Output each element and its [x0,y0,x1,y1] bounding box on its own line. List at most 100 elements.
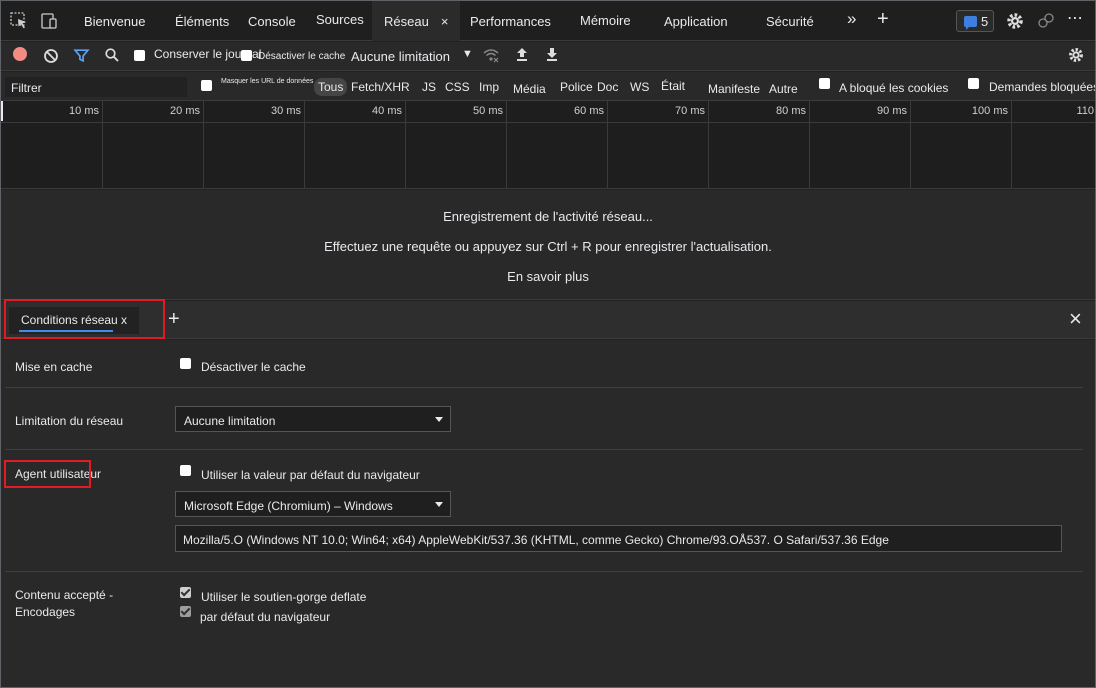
drawer-tab-strip: Conditions réseau x + × [1,299,1095,339]
issues-badge[interactable]: 5 [956,10,994,32]
timeline-cursor [1,101,3,121]
tab-network-close-icon[interactable]: × [441,14,449,29]
filter-placeholder: Filtrer [11,81,42,95]
filter-type-img[interactable]: Imp [479,80,499,94]
drawer-add-tab-icon[interactable]: + [168,309,180,329]
recording-message: Enregistrement de l'activité réseau... E… [1,190,1095,300]
main-tab-strip: Bienvenue Éléments Console Sources Résea… [1,1,1095,41]
filter-input[interactable]: Filtrer [5,77,187,97]
user-agent-string-value: Mozilla/5.O (Windows NT 10.0; Win64; x64… [183,533,889,547]
import-har-upload-icon[interactable] [515,46,529,62]
timeline-tick: 20 ms [103,101,204,189]
timeline-tick: 30 ms [204,101,305,189]
tab-network[interactable]: Réseau × [372,1,461,41]
device-emulation-icon[interactable] [39,11,59,31]
encodings-checkbox-label-2: par défaut du navigateur [200,610,331,624]
add-tab-icon[interactable]: + [877,1,889,41]
tab-elements[interactable]: Éléments [175,1,229,41]
user-agent-string-input[interactable]: Mozilla/5.O (Windows NT 10.0; Win64; x64… [175,525,1062,552]
blocked-requests-checkbox[interactable] [968,78,979,89]
settings-gear-icon[interactable] [1005,11,1025,31]
chevron-down-icon [435,417,443,426]
throttling-dropdown[interactable]: Aucune limitation [175,406,451,432]
throttling-select[interactable]: Aucune limitation [347,49,454,64]
drawer-close-icon[interactable]: × [1069,308,1082,330]
filter-type-doc[interactable]: Doc [597,80,618,94]
timeline-tick: 80 ms [709,101,810,189]
divider [5,449,1083,450]
blocked-cookies-label: A bloqué les cookies [839,81,949,95]
reload-hint-text: Effectuez une requête ou appuyez sur Ctr… [324,239,772,254]
chevron-down-icon [435,502,443,511]
inspect-element-icon[interactable] [9,11,29,31]
encodings-checkbox-label-1: Utiliser le soutien-gorge deflate [201,590,367,604]
filter-type-manifest[interactable]: Manifeste [708,82,760,96]
network-overview-timeline[interactable]: 10 ms 20 ms 30 ms 40 ms 50 ms 60 ms 70 m… [1,101,1095,189]
tab-welcome[interactable]: Bienvenue [84,1,145,41]
timeline-tick: 70 ms [608,101,709,189]
disable-cache-checkbox-panel[interactable] [180,358,191,369]
filter-type-fetch-xhr[interactable]: Fetch/XHR [351,80,410,94]
network-settings-gear-icon[interactable] [1067,46,1085,64]
timeline-tick: 110 [1076,105,1094,117]
learn-more-link[interactable]: En savoir plus [1,269,1095,284]
network-toolbar: Conserver le journal Désactiver le cache… [1,42,1095,71]
tab-security[interactable]: Sécurité [766,1,814,41]
encodings-default-checkbox[interactable] [180,587,191,598]
network-conditions-wifi-icon[interactable] [482,47,500,63]
blocked-cookies-checkbox[interactable] [819,78,830,89]
filter-icon[interactable] [73,47,90,64]
user-agent-dropdown-value: Microsoft Edge (Chromium) – Windows [184,499,393,513]
filter-type-css[interactable]: CSS [445,80,470,94]
devtools-window: Bienvenue Éléments Console Sources Résea… [0,0,1096,688]
filter-type-other[interactable]: Autre [769,82,798,96]
timeline-tick: 40 ms [305,101,406,189]
user-agent-dropdown[interactable]: Microsoft Edge (Chromium) – Windows [175,491,451,517]
clear-icon[interactable] [43,48,59,64]
preserve-log-checkbox[interactable] [134,50,145,61]
export-har-download-icon[interactable] [545,46,559,62]
encodings-deflate-checkbox[interactable] [180,606,191,617]
highlight-box-tab [4,299,165,339]
timeline-tick: 100 ms [911,101,1012,189]
blocked-requests-label: Demandes bloquées [989,80,1096,94]
tab-network-label: Réseau [384,14,429,29]
record-button[interactable] [13,47,27,61]
more-options-icon[interactable]: ⋯ [1067,1,1083,41]
tab-memory[interactable]: Mémoire [580,1,631,41]
throttling-dropdown-icon[interactable]: ▼ [462,48,473,60]
filter-type-font[interactable]: Police [560,80,593,94]
tab-console[interactable]: Console [248,1,296,41]
filter-type-ws[interactable]: WS [630,80,649,94]
encodings-label-line1: Contenu accepté - [15,588,114,602]
tab-application[interactable]: Application [664,1,728,41]
hide-data-urls-label: Masquer les URL de données [221,78,314,85]
divider [5,571,1083,572]
disable-cache-panel-label: Désactiver le cache [201,360,306,374]
disable-cache-label: Désactiver le cache [258,51,346,62]
search-icon[interactable] [104,47,120,63]
more-tabs-icon[interactable]: » [847,1,856,41]
filter-type-media[interactable]: Média [513,82,546,96]
highlight-box-user-agent [4,460,91,488]
customize-feedback-icon[interactable] [1036,11,1056,31]
disable-cache-checkbox[interactable] [241,50,252,61]
issues-icon [964,16,977,30]
filter-type-wasm[interactable]: Était [661,79,685,93]
timeline-tick: 60 ms [507,101,608,189]
timeline-tick: 10 ms [1,101,103,189]
timeline-tick: 50 ms [406,101,507,189]
network-conditions-panel: Mise en cache Désactiver le cache Limita… [1,340,1095,687]
filter-type-js[interactable]: JS [422,80,436,94]
tab-sources[interactable]: Sources [316,1,364,41]
throttling-dropdown-value: Aucune limitation [184,414,276,428]
throttling-label: Limitation du réseau [15,414,124,428]
timeline-tick: 90 ms [810,101,911,189]
use-browser-default-ua-checkbox[interactable] [180,465,191,476]
filter-type-all[interactable]: Tous [314,78,348,96]
issues-count: 5 [981,14,989,29]
tab-performance[interactable]: Performances [470,1,551,41]
filter-bar: Filtrer Masquer les URL de données Tous … [1,72,1095,101]
encodings-label-line2: Encodages [15,605,76,619]
hide-data-urls-checkbox[interactable] [201,80,212,91]
